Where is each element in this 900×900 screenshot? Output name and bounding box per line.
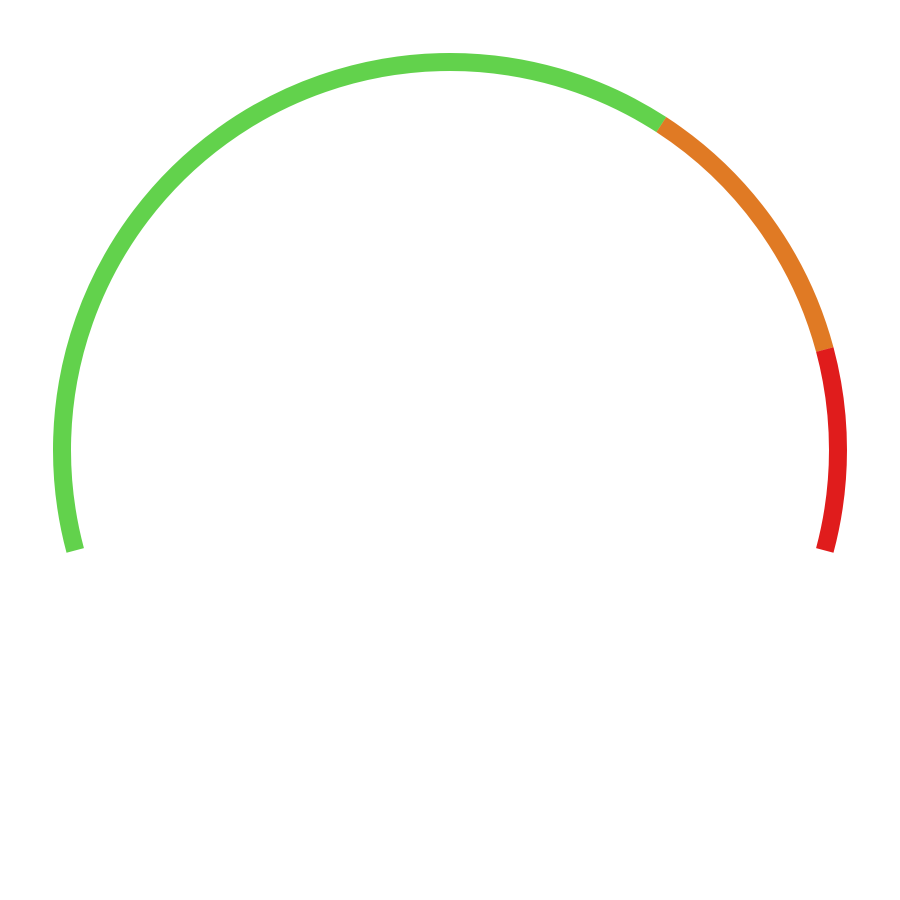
gauge-segment-2 (656, 117, 834, 352)
gauge-segment-3 (816, 347, 847, 553)
gauge-svg (53, 53, 847, 553)
gauge-segment-1 (53, 53, 667, 553)
gauge-chart (0, 0, 900, 900)
gauge-arc-group (53, 53, 847, 553)
